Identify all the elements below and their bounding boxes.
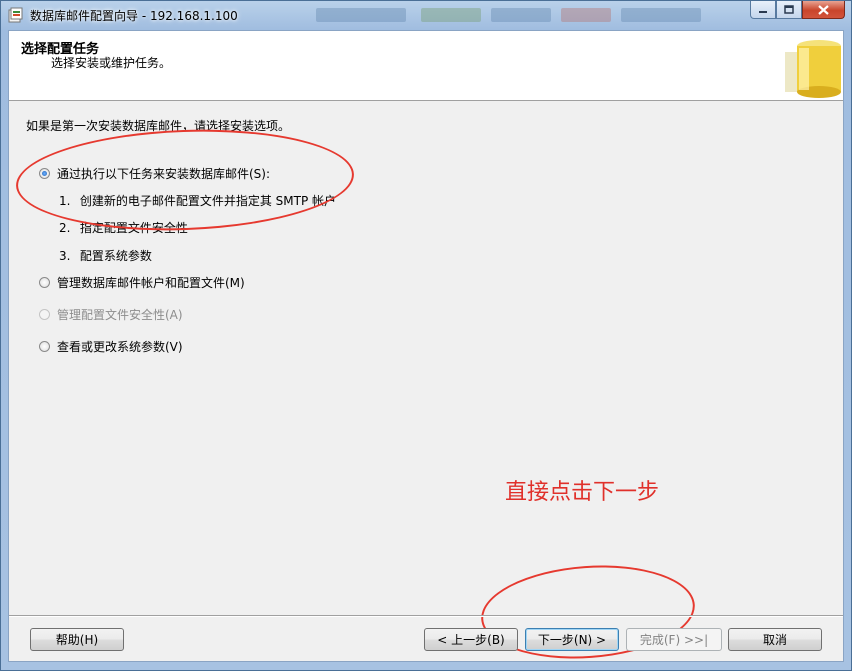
radio-button[interactable]	[39, 277, 50, 288]
close-button[interactable]	[802, 1, 845, 19]
option-manage-accounts[interactable]: 管理数据库邮件帐户和配置文件(M)	[39, 274, 245, 291]
back-button[interactable]: < 上一步(B)	[424, 628, 518, 651]
radio-button[interactable]	[39, 341, 50, 352]
background-toolbar-ghost	[561, 8, 611, 22]
background-toolbar-ghost	[621, 8, 701, 22]
window-title: 数据库邮件配置向导 - 192.168.1.100	[30, 9, 238, 23]
option-manage-accounts-label: 管理数据库邮件帐户和配置文件(M)	[57, 276, 245, 290]
wizard-client-area: 选择配置任务 选择安装或维护任务。 如果是第一次安装数据库邮件，请选择安装选项。…	[8, 30, 844, 666]
footer-divider	[9, 615, 843, 617]
option-profile-security-label: 管理配置文件安全性(A)	[57, 308, 183, 322]
step-number: 2.	[59, 221, 71, 235]
minimize-icon	[759, 10, 767, 13]
step-number: 3.	[59, 249, 71, 263]
annotation-text: 直接点击下一步	[505, 480, 660, 505]
help-button[interactable]: 帮助(H)	[30, 628, 124, 651]
step-text: 配置系统参数	[79, 249, 152, 263]
radio-button-disabled	[39, 309, 50, 320]
next-button[interactable]: 下一步(N) >	[525, 628, 619, 651]
caption-buttons	[750, 1, 845, 21]
red-circle-annotation	[14, 124, 356, 236]
page-subtitle: 选择安装或维护任务。	[51, 56, 172, 70]
background-toolbar-ghost	[421, 8, 481, 22]
title-bar[interactable]: 数据库邮件配置向导 - 192.168.1.100	[1, 1, 851, 29]
background-toolbar-ghost	[491, 8, 551, 22]
maximize-button[interactable]	[776, 1, 802, 19]
close-icon	[818, 4, 829, 15]
minimize-button[interactable]	[750, 1, 776, 19]
maximize-icon	[784, 5, 794, 14]
install-step: 3. 配置系统参数	[59, 247, 152, 264]
cancel-button[interactable]: 取消	[728, 628, 822, 651]
option-profile-security: 管理配置文件安全性(A)	[39, 306, 183, 323]
database-mail-app-icon	[8, 7, 23, 23]
finish-button: 完成(F) >>|	[626, 628, 722, 651]
database-graphic-icon	[785, 40, 841, 98]
background-toolbar-ghost	[316, 8, 406, 22]
wizard-window: 数据库邮件配置向导 - 192.168.1.100 选择配置任务 选择安装或维护…	[0, 0, 852, 671]
option-system-parameters[interactable]: 查看或更改系统参数(V)	[39, 338, 183, 355]
wizard-header: 选择配置任务 选择安装或维护任务。	[9, 31, 843, 101]
option-system-parameters-label: 查看或更改系统参数(V)	[57, 340, 183, 354]
